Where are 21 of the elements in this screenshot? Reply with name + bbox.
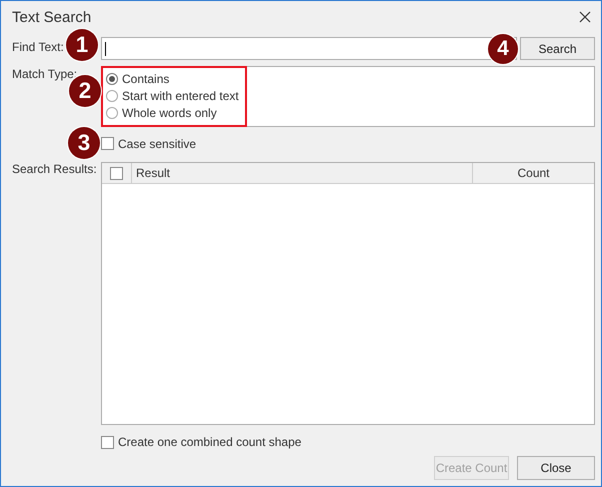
dialog-button[interactable]: Close [517,456,595,480]
close-icon[interactable] [579,11,591,23]
checkbox[interactable] [101,436,114,448]
case-sensitive-checkbox[interactable]: Case sensitive [101,136,595,151]
number-badge: 1 [66,29,98,61]
column-header[interactable]: Count [473,163,594,183]
combined-count-checkbox[interactable]: Create one combined count shape [101,435,595,449]
field-label: Match Type: [12,67,78,81]
find-text-field[interactable] [101,37,517,60]
number-badge: 4 [488,34,518,64]
radio-option[interactable]: Contains [106,70,594,87]
field-label: Find Text: [12,40,64,54]
search-button[interactable]: Search [520,37,595,60]
checkbox[interactable] [101,137,114,150]
window-title: Text Search [12,8,92,26]
number-badge: 3 [68,127,100,159]
radio-option[interactable]: Start with entered text [106,87,594,104]
radio-option[interactable]: Whole words only [106,104,594,121]
select-all-checkbox[interactable] [110,166,123,180]
field-label: Search Results: [12,162,97,176]
column-header[interactable]: Result [132,163,473,183]
